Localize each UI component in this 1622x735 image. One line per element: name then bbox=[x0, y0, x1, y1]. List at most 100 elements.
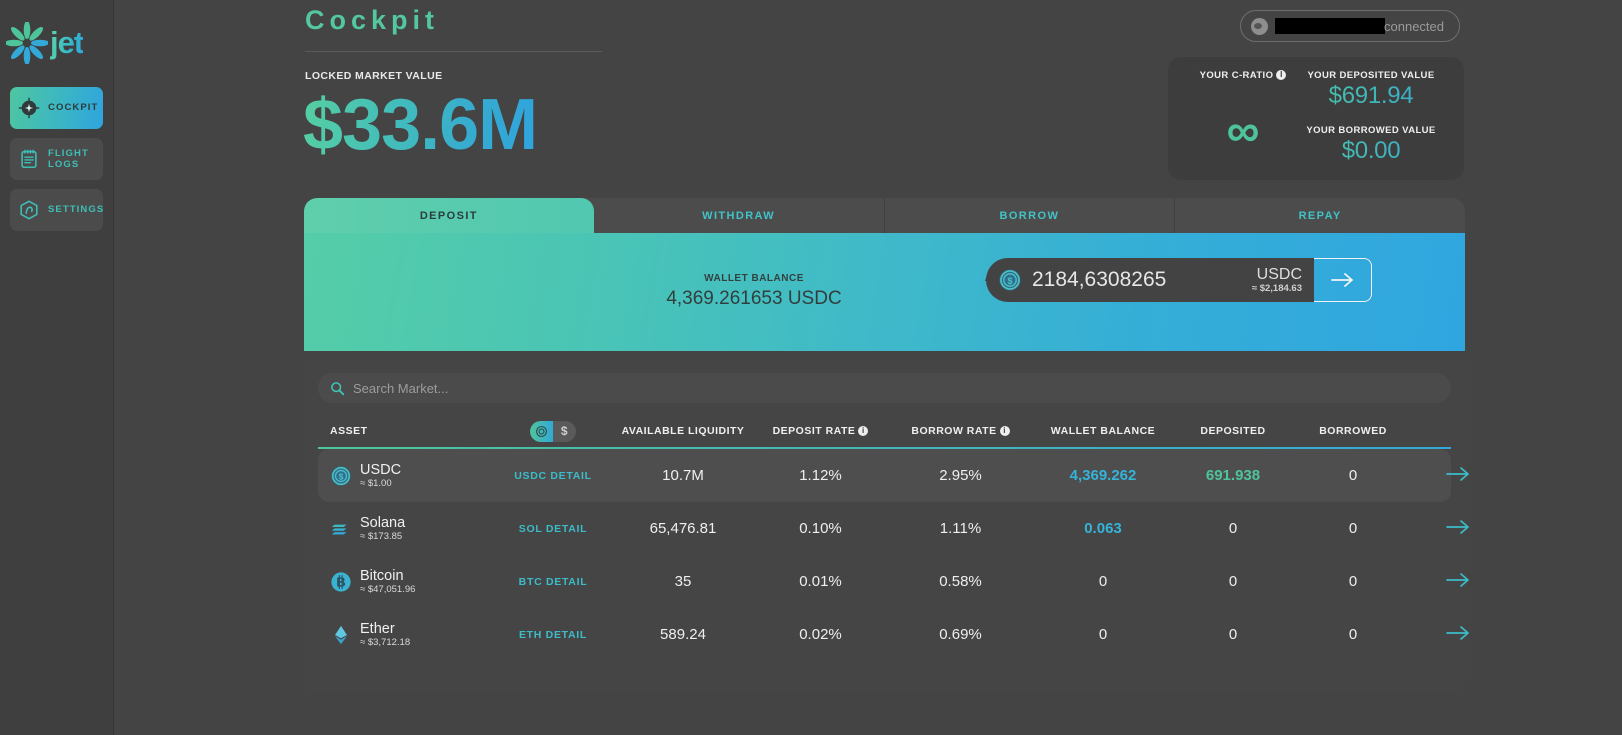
row-action-button[interactable] bbox=[1413, 519, 1503, 539]
sidebar-item-settings[interactable]: SETTINGS bbox=[10, 189, 103, 231]
panel-wallet-balance-label: WALLET BALANCE bbox=[704, 273, 804, 284]
asset-detail-link[interactable]: SOL DETAIL bbox=[493, 523, 613, 535]
locked-market-value: $33.6M bbox=[303, 85, 538, 165]
asset-price: ≈ $1.00 bbox=[360, 478, 392, 489]
deposited-value: $691.94 bbox=[1286, 82, 1456, 110]
page-title: Cockpit bbox=[305, 5, 440, 35]
asset-cell: Ether ≈ $3,712.18 bbox=[318, 621, 493, 648]
table-row[interactable]: $ USDC ≈ $1.00 USDC DETAIL 10.7M 1.12% 2… bbox=[318, 449, 1469, 502]
ether-token-icon bbox=[335, 625, 347, 644]
table-row[interactable]: B Bitcoin ≈ $47,051.96 BTC DETAIL 35 0.0… bbox=[318, 555, 1469, 608]
sidebar-item-cockpit[interactable]: COCKPIT bbox=[10, 87, 103, 129]
borrowed-value-label: YOUR BORROWED VALUE bbox=[1306, 125, 1436, 136]
asset-detail-link[interactable]: BTC DETAIL bbox=[493, 576, 613, 588]
wallet-connect-button[interactable]: connected bbox=[1240, 10, 1460, 42]
deposit-panel-body: WALLET BALANCE 4,369.261653 USDC ADJUSTE… bbox=[304, 233, 1465, 351]
cell-deposited: 0 bbox=[1228, 520, 1238, 537]
search-market-bar[interactable]: Search Market... bbox=[318, 373, 1451, 403]
usdc-token-icon: $ bbox=[331, 465, 351, 486]
row-action-button[interactable] bbox=[1413, 572, 1503, 592]
asset-detail-link[interactable]: ETH DETAIL bbox=[493, 629, 613, 641]
column-header-deposit-rate: DEPOSIT RATE i bbox=[753, 425, 888, 437]
cell-deposit-rate: 1.12% bbox=[799, 467, 842, 484]
asset-cell: B Bitcoin ≈ $47,051.96 bbox=[318, 568, 493, 595]
svg-text:B: B bbox=[336, 574, 345, 589]
table-header-row: ASSET $ AVAILABLE LIQUIDITY DEPOSIT RATE… bbox=[318, 415, 1451, 447]
sidebar-item-label: COCKPIT bbox=[48, 102, 99, 114]
usdc-token-icon: $ bbox=[999, 269, 1021, 291]
cell-borrow-rate: 0.69% bbox=[939, 626, 982, 643]
amount-input[interactable]: 2184,6308265 bbox=[1032, 268, 1252, 292]
action-panel: DEPOSIT WITHDRAW BORROW REPAY WALLET BAL… bbox=[304, 198, 1465, 351]
info-icon[interactable]: i bbox=[999, 426, 1010, 436]
asset-name: USDC bbox=[360, 462, 402, 478]
tab-repay[interactable]: REPAY bbox=[1175, 198, 1465, 233]
tab-withdraw[interactable]: WITHDRAW bbox=[594, 198, 885, 233]
coin-icon bbox=[536, 425, 547, 437]
column-header-asset: ASSET bbox=[330, 425, 368, 437]
solana-token-icon bbox=[331, 524, 347, 534]
row-action-button[interactable] bbox=[1413, 625, 1503, 645]
title-divider bbox=[305, 51, 602, 52]
cell-deposit-rate: 0.01% bbox=[799, 573, 842, 590]
cratio-card: YOUR C-RATIO i ∞ YOUR DEPOSITED VALUE $69… bbox=[1168, 57, 1464, 180]
row-action-button[interactable] bbox=[1413, 466, 1503, 486]
tab-deposit[interactable]: DEPOSIT bbox=[304, 198, 594, 233]
action-tabs: DEPOSIT WITHDRAW BORROW REPAY bbox=[304, 198, 1465, 233]
svg-text:$: $ bbox=[339, 472, 344, 481]
cell-available-liquidity: 65,476.81 bbox=[649, 520, 717, 537]
tab-borrow[interactable]: BORROW bbox=[885, 198, 1176, 233]
column-header-available-liquidity: AVAILABLE LIQUIDITY bbox=[621, 425, 745, 437]
notepad-icon bbox=[21, 149, 37, 169]
cell-wallet-balance: 0.063 bbox=[1084, 520, 1122, 537]
arrow-right-icon bbox=[1446, 572, 1469, 587]
unit-toggle-fiat[interactable]: $ bbox=[553, 421, 576, 442]
brand-logo[interactable]: jet bbox=[0, 8, 113, 78]
cell-wallet-balance: 0 bbox=[1098, 626, 1108, 643]
values-section: YOUR DEPOSITED VALUE $691.94 YOUR BORROW… bbox=[1286, 70, 1456, 165]
market-card: Search Market... ASSET $ AVAILABLE LIQUI… bbox=[304, 362, 1469, 692]
cell-available-liquidity: 589.24 bbox=[660, 626, 706, 643]
amount-meta: USDC ≈ $2,184.63 bbox=[1252, 266, 1314, 294]
panel-wallet-balance: WALLET BALANCE 4,369.261653 USDC bbox=[654, 273, 854, 310]
cell-borrow-rate: 2.95% bbox=[939, 467, 982, 484]
cell-borrowed: 0 bbox=[1348, 626, 1358, 643]
cell-deposited: 0 bbox=[1228, 573, 1238, 590]
cell-borrowed: 0 bbox=[1348, 520, 1358, 537]
cell-wallet-balance: 0 bbox=[1098, 573, 1108, 590]
cell-borrowed: 0 bbox=[1348, 573, 1358, 590]
deposited-value-label: YOUR DEPOSITED VALUE bbox=[1307, 70, 1435, 81]
cell-borrow-rate: 0.58% bbox=[939, 573, 982, 590]
column-header-borrowed: BORROWED bbox=[1319, 425, 1387, 437]
asset-name: Ether bbox=[360, 621, 395, 637]
info-icon[interactable]: i bbox=[858, 426, 869, 436]
column-header-deposited: DEPOSITED bbox=[1200, 425, 1266, 437]
asset-name: Bitcoin bbox=[360, 568, 404, 584]
asset-price: ≈ $47,051.96 bbox=[360, 584, 416, 595]
unit-toggle-cell: $ bbox=[493, 420, 613, 442]
cell-available-liquidity: 10.7M bbox=[662, 467, 704, 484]
cell-deposit-rate: 0.02% bbox=[799, 626, 842, 643]
sidebar: jet COCKPIT FLIGHT LOGS SETTINGS bbox=[0, 0, 114, 735]
table-row[interactable]: Ether ≈ $3,712.18 ETH DETAIL 589.24 0.02… bbox=[318, 608, 1469, 661]
asset-price: ≈ $3,712.18 bbox=[360, 637, 411, 648]
table-row[interactable]: Solana ≈ $173.85 SOL DETAIL 65,476.81 0.… bbox=[318, 502, 1469, 555]
sidebar-item-label: SETTINGS bbox=[48, 204, 105, 216]
amount-symbol: USDC bbox=[1256, 266, 1302, 283]
hexagon-gear-icon bbox=[20, 200, 38, 220]
info-icon[interactable]: i bbox=[1276, 70, 1287, 80]
bitcoin-token-icon: B bbox=[331, 571, 351, 592]
sidebar-item-flight-logs[interactable]: FLIGHT LOGS bbox=[10, 138, 103, 180]
unit-toggle-token[interactable] bbox=[530, 420, 553, 442]
search-input[interactable]: Search Market... bbox=[353, 381, 448, 396]
submit-deposit-button[interactable] bbox=[1314, 258, 1372, 302]
wallet-avatar-icon bbox=[1251, 17, 1268, 35]
amount-usd-equivalent: ≈ $2,184.63 bbox=[1251, 283, 1302, 294]
asset-detail-link[interactable]: USDC DETAIL bbox=[493, 470, 613, 482]
column-header-borrow-rate: BORROW RATE i bbox=[888, 425, 1033, 437]
locked-market-value-label: LOCKED MARKET VALUE bbox=[305, 70, 443, 82]
amount-input-box[interactable]: $ 2184,6308265 USDC ≈ $2,184.63 bbox=[986, 258, 1314, 302]
search-icon bbox=[331, 381, 345, 395]
arrow-right-icon bbox=[1446, 519, 1469, 534]
unit-toggle[interactable]: $ bbox=[530, 420, 576, 442]
